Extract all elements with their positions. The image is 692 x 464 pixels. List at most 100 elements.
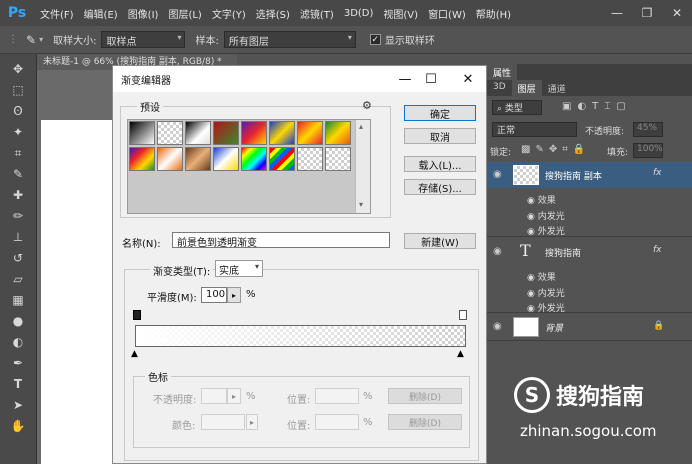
preset-swatch[interactable]	[297, 121, 323, 145]
preset-swatch[interactable]	[269, 121, 295, 145]
eye-icon[interactable]: ◉	[527, 289, 535, 299]
chevron-down-icon[interactable]: ▾	[359, 200, 363, 209]
preset-swatch[interactable]	[241, 121, 267, 145]
layer-row[interactable]: ◉ 背景 🔒	[487, 313, 692, 341]
chevron-up-icon[interactable]: ▴	[359, 122, 363, 131]
menu-edit[interactable]: 编辑(E)	[84, 6, 118, 21]
brush-tool-icon[interactable]: ✏	[8, 207, 28, 225]
fill-input[interactable]: 100%	[633, 143, 663, 158]
preset-swatch[interactable]	[213, 147, 239, 171]
menu-filter[interactable]: 滤镜(T)	[300, 6, 334, 21]
show-ring-checkbox[interactable]: ✓	[369, 34, 381, 45]
menu-view[interactable]: 视图(V)	[383, 6, 418, 21]
preset-swatch[interactable]	[185, 147, 211, 171]
preset-swatch[interactable]	[213, 121, 239, 145]
layer-name[interactable]: 背景	[545, 321, 563, 334]
eye-icon[interactable]: ◉	[527, 196, 535, 206]
opacity-input[interactable]: 45%	[633, 122, 663, 137]
new-button[interactable]: 新建(W)	[404, 233, 476, 249]
marquee-tool-icon[interactable]: ⬚	[8, 81, 28, 99]
tab-properties[interactable]: 属性	[487, 64, 518, 80]
minimize-icon[interactable]: —	[395, 69, 415, 89]
lock-icons[interactable]: ▩✎✥⌗🔒	[521, 144, 590, 155]
history-brush-tool-icon[interactable]: ↺	[8, 249, 28, 267]
menu-help[interactable]: 帮助(H)	[476, 6, 511, 21]
eyedropper-preset-icon[interactable]: ✎	[26, 33, 36, 47]
blur-tool-icon[interactable]: ●	[8, 312, 28, 330]
delete-color-stop-button[interactable]: 删除(D)	[388, 414, 462, 430]
stamp-tool-icon[interactable]: ⊥	[8, 228, 28, 246]
presets-scrollbar[interactable]: ▴ ▾	[355, 120, 370, 213]
opacity-stop-left[interactable]	[133, 310, 141, 320]
lasso-tool-icon[interactable]: ʘ	[8, 102, 28, 120]
preset-swatch[interactable]	[157, 147, 183, 171]
preset-swatch[interactable]	[129, 121, 155, 145]
menu-type[interactable]: 文字(Y)	[212, 6, 246, 21]
restore-button[interactable]: ❐	[632, 0, 662, 26]
eye-icon[interactable]: ◉	[493, 321, 502, 332]
type-tool-icon[interactable]: T	[8, 375, 28, 393]
maximize-icon[interactable]: ☐	[421, 69, 441, 89]
sample-size-select[interactable]: 取样点 ▾	[101, 31, 186, 48]
hand-tool-icon[interactable]: ✋	[8, 417, 28, 435]
healing-tool-icon[interactable]: ✚	[8, 186, 28, 204]
save-button[interactable]: 存储(S)...	[404, 179, 476, 195]
load-button[interactable]: 载入(L)...	[404, 156, 476, 172]
tab-channels[interactable]: 通道	[542, 80, 572, 96]
magic-wand-tool-icon[interactable]: ✦	[8, 123, 28, 141]
menu-layer[interactable]: 图层(L)	[168, 6, 201, 21]
smoothness-input[interactable]: 100	[201, 287, 227, 303]
close-button[interactable]: ✕	[662, 0, 692, 26]
gradient-name-input[interactable]: 前景色到透明渐变	[172, 232, 390, 249]
preset-swatch[interactable]	[129, 147, 155, 171]
ok-button[interactable]: 确定	[404, 105, 476, 121]
fx-icon[interactable]: fx	[653, 168, 662, 178]
eye-icon[interactable]: ◉	[493, 169, 502, 180]
stop-color-location-input[interactable]	[315, 414, 359, 430]
stop-opacity-location-input[interactable]	[315, 388, 359, 404]
move-tool-icon[interactable]: ✥	[8, 60, 28, 78]
layer-name[interactable]: 搜狗指南 副本	[545, 169, 602, 182]
tab-3d[interactable]: 3D	[487, 80, 512, 96]
stop-opacity-input[interactable]	[201, 388, 227, 404]
menu-image[interactable]: 图像(I)	[128, 6, 159, 21]
preset-swatch[interactable]	[185, 121, 211, 145]
layer-filter-icons[interactable]: ▣◐T⌶▢	[562, 101, 632, 112]
chevron-right-icon[interactable]: ▸	[227, 388, 241, 404]
layer-row[interactable]: ◉ T 搜狗指南 fx ◉ 效果 ◉ 内发光 ◉ 外发光	[487, 237, 692, 314]
pen-tool-icon[interactable]: ✒	[8, 354, 28, 372]
gear-icon[interactable]: ⚙	[362, 99, 372, 112]
eye-icon[interactable]: ◉	[527, 212, 535, 222]
preset-swatch[interactable]	[241, 147, 267, 171]
delete-opacity-stop-button[interactable]: 删除(D)	[388, 388, 462, 404]
layer-filter-select[interactable]: ⌕ 类型	[492, 100, 542, 115]
document-canvas[interactable]	[41, 120, 121, 464]
color-stop-right[interactable]: ▲	[457, 349, 464, 359]
chevron-right-icon[interactable]: ▸	[246, 414, 258, 430]
preset-swatch[interactable]	[297, 147, 323, 171]
preset-swatch[interactable]	[325, 147, 351, 171]
chevron-right-icon[interactable]: ▸	[227, 287, 241, 303]
preset-swatch[interactable]	[325, 121, 351, 145]
presets-swatch-area[interactable]: ▴ ▾	[127, 119, 371, 214]
tab-layers[interactable]: 图层	[511, 80, 542, 96]
chevron-down-icon[interactable]: ▾	[39, 35, 43, 44]
gradient-type-select[interactable]: 实底 ▾	[215, 260, 263, 277]
stop-color-swatch[interactable]	[201, 414, 245, 430]
eraser-tool-icon[interactable]: ▱	[8, 270, 28, 288]
menu-3d[interactable]: 3D(D)	[344, 8, 374, 19]
preset-swatch[interactable]	[157, 121, 183, 145]
color-stop-left[interactable]: ▲	[131, 349, 138, 359]
eye-icon[interactable]: ◉	[527, 227, 535, 237]
eyedropper-tool-icon[interactable]: ✎	[8, 165, 28, 183]
cancel-button[interactable]: 取消	[404, 128, 476, 144]
close-icon[interactable]: ✕	[458, 69, 478, 89]
sample-select[interactable]: 所有图层 ▾	[223, 31, 356, 48]
crop-tool-icon[interactable]: ⌗	[8, 144, 28, 162]
opacity-stop-right[interactable]	[459, 310, 467, 320]
path-select-tool-icon[interactable]: ➤	[8, 396, 28, 414]
menu-window[interactable]: 窗口(W)	[428, 6, 466, 21]
dodge-tool-icon[interactable]: ◐	[8, 333, 28, 351]
preset-swatch[interactable]	[269, 147, 295, 171]
layer-name[interactable]: 搜狗指南	[545, 246, 581, 259]
